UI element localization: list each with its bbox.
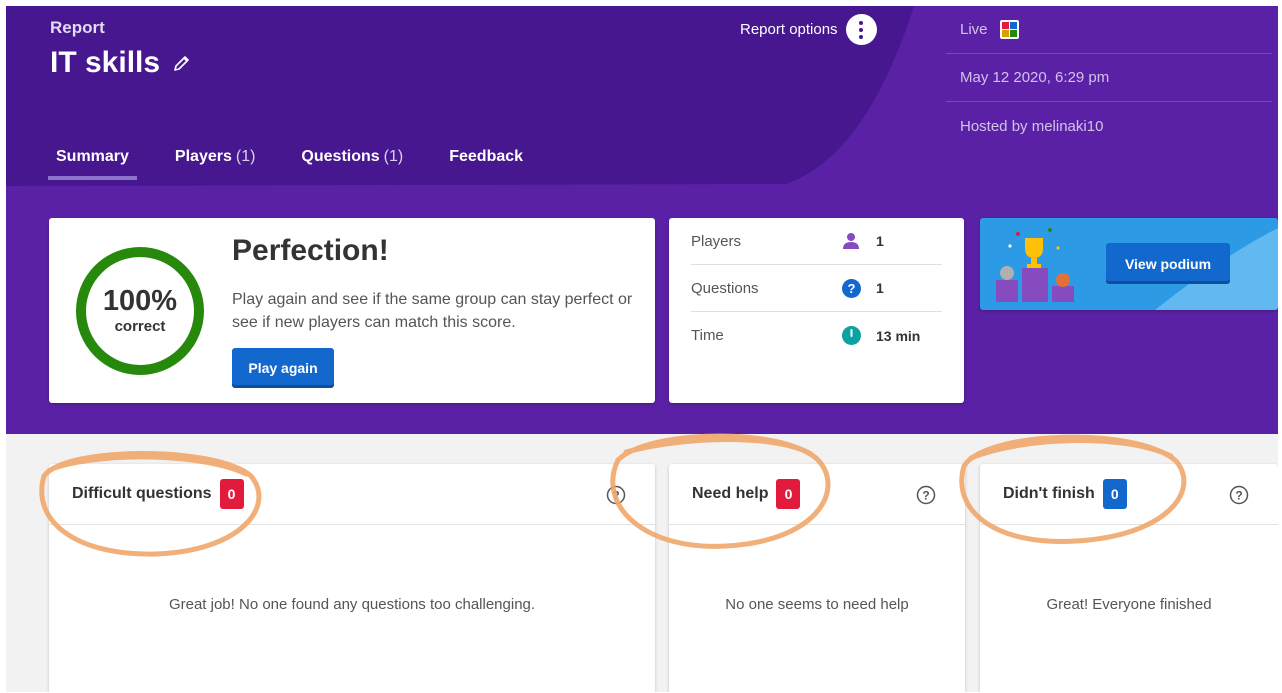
svg-text:?: ? bbox=[922, 489, 929, 503]
svg-text:?: ? bbox=[612, 489, 619, 503]
difficult-questions-panel: Difficult questions 0 ? Great job! No on… bbox=[49, 464, 655, 692]
session-host: Hosted by melinaki10 bbox=[960, 117, 1104, 135]
pencil-icon[interactable] bbox=[172, 53, 192, 73]
report-header: Report IT skills Report options Live May… bbox=[6, 6, 1278, 434]
session-mode-label: Live bbox=[960, 21, 988, 38]
report-options-label: Report options bbox=[740, 21, 838, 38]
kahoot-logo-icon bbox=[999, 20, 1019, 39]
didnt-finish-panel: Didn't finish 0 ? Great! Everyone finish… bbox=[980, 464, 1278, 692]
stat-row-time: Time 13 min bbox=[691, 312, 942, 359]
panel-header: Didn't finish 0 ? bbox=[980, 464, 1278, 525]
tab-count: (1) bbox=[383, 148, 404, 165]
tab-feedback[interactable]: Feedback bbox=[441, 142, 531, 180]
tab-label: Summary bbox=[56, 148, 129, 165]
help-icon[interactable]: ? bbox=[606, 485, 626, 505]
tab-summary[interactable]: Summary bbox=[48, 142, 137, 180]
summary-title: Perfection! bbox=[232, 234, 389, 267]
panel-title: Difficult questions bbox=[72, 485, 212, 502]
count-badge: 0 bbox=[1102, 479, 1127, 509]
report-tabs: Summary Players (1) Questions (1) Feedback bbox=[48, 142, 561, 180]
tab-count: (1) bbox=[235, 148, 256, 165]
svg-text:?: ? bbox=[1235, 489, 1242, 503]
page-title: IT skills bbox=[50, 46, 161, 79]
panel-title: Didn't finish bbox=[1003, 485, 1095, 502]
tab-label: Players bbox=[174, 148, 232, 165]
more-options-icon bbox=[845, 14, 877, 45]
stat-label: Questions bbox=[691, 279, 759, 297]
help-icon[interactable]: ? bbox=[916, 485, 936, 505]
stat-label: Players bbox=[691, 232, 742, 250]
session-mode: Live bbox=[946, 6, 1272, 54]
report-options-button[interactable]: Report options bbox=[740, 14, 877, 45]
score-caption: correct bbox=[114, 318, 166, 335]
score-value: 100% bbox=[102, 285, 178, 317]
summary-text: Play again and see if the same group can… bbox=[232, 291, 633, 331]
need-help-panel: Need help 0 ? No one seems to need help bbox=[669, 464, 965, 692]
stat-row-players: Players 1 bbox=[691, 218, 942, 265]
score-ring: 100% correct bbox=[76, 247, 204, 375]
summary-card: 100% correct Perfection! Play again and … bbox=[49, 218, 655, 403]
stat-value: 1 bbox=[876, 280, 884, 296]
svg-text:?: ? bbox=[847, 281, 855, 296]
clock-icon bbox=[841, 326, 861, 346]
tab-label: Feedback bbox=[449, 148, 524, 165]
tab-players[interactable]: Players (1) bbox=[167, 142, 264, 180]
stat-label: Time bbox=[691, 327, 724, 344]
view-podium-button[interactable]: View podium bbox=[1106, 243, 1230, 284]
stat-row-questions: Questions ? 1 bbox=[691, 265, 942, 312]
report-page: Report IT skills Report options Live May… bbox=[6, 6, 1278, 692]
panel-header: Need help 0 ? bbox=[669, 464, 965, 525]
title-row: IT skills bbox=[50, 46, 192, 80]
stat-value: 13 min bbox=[876, 327, 921, 344]
panel-header: Difficult questions 0 ? bbox=[49, 464, 655, 525]
panel-message: No one seems to need help bbox=[725, 596, 909, 613]
person-icon bbox=[841, 231, 861, 251]
play-again-button[interactable]: Play again bbox=[232, 348, 334, 388]
podium-card: View podium bbox=[980, 218, 1278, 310]
session-date: May 12 2020, 6:29 pm bbox=[946, 54, 1272, 102]
panel-message: Great job! No one found any questions to… bbox=[168, 596, 536, 613]
report-label: Report bbox=[50, 18, 105, 37]
question-icon: ? bbox=[841, 278, 861, 298]
panel-title: Need help bbox=[692, 485, 769, 502]
count-badge: 0 bbox=[219, 479, 244, 509]
panel-message: Great! Everyone finished bbox=[1046, 596, 1212, 613]
session-info: Live May 12 2020, 6:29 pm Hosted by meli… bbox=[946, 6, 1272, 150]
tab-questions[interactable]: Questions (1) bbox=[293, 142, 411, 180]
stat-value: 1 bbox=[876, 233, 884, 249]
count-badge: 0 bbox=[776, 479, 801, 509]
help-icon[interactable]: ? bbox=[1229, 485, 1249, 505]
tab-label: Questions bbox=[301, 148, 380, 165]
stats-card: Players 1 Questions ? 1 Time 13 min bbox=[669, 218, 964, 403]
